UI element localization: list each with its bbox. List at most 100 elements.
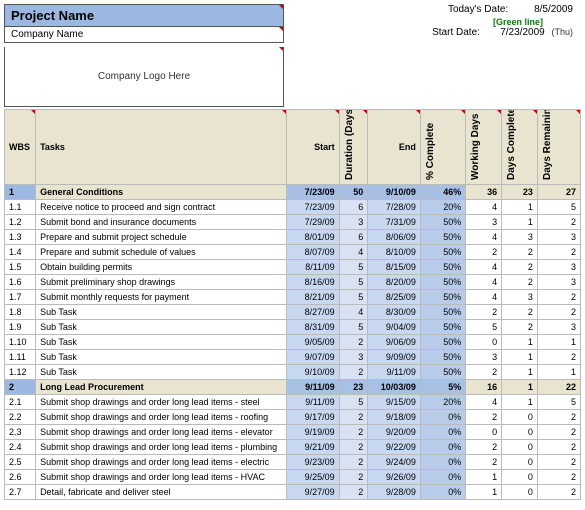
cell-end[interactable]: 9/11/09	[368, 365, 421, 380]
cell-wbs[interactable]: 2.5	[5, 455, 36, 470]
cell-wbs[interactable]: 1.3	[5, 230, 36, 245]
cell-start[interactable]: 8/01/09	[287, 230, 340, 245]
cell-start[interactable]: 9/21/09	[287, 440, 340, 455]
cell-dur[interactable]: 3	[339, 215, 368, 230]
cell-wbs[interactable]: 1.5	[5, 260, 36, 275]
cell-wd[interactable]: 4	[466, 200, 502, 215]
cell-end[interactable]: 9/22/09	[368, 440, 421, 455]
cell-dur[interactable]: 2	[339, 440, 368, 455]
cell-dc[interactable]: 1	[502, 335, 538, 350]
cell-task[interactable]: Sub Task	[36, 320, 287, 335]
cell-end[interactable]: 8/20/09	[368, 275, 421, 290]
cell-end[interactable]: 9/04/09	[368, 320, 421, 335]
cell-start[interactable]: 8/16/09	[287, 275, 340, 290]
cell-task[interactable]: Submit preliminary shop drawings	[36, 275, 287, 290]
table-row[interactable]: 1.11Sub Task9/07/0939/09/0950%312	[5, 350, 581, 365]
cell-wbs[interactable]: 1.12	[5, 365, 36, 380]
cell-dur[interactable]: 50	[339, 185, 368, 200]
cell-task[interactable]: Submit shop drawings and order long lead…	[36, 410, 287, 425]
cell-dc[interactable]: 1	[502, 350, 538, 365]
cell-wd[interactable]: 3	[466, 350, 502, 365]
cell-dr[interactable]: 2	[537, 485, 580, 500]
cell-dc[interactable]: 1	[502, 200, 538, 215]
cell-start[interactable]: 9/05/09	[287, 335, 340, 350]
company-name[interactable]: Company Name	[5, 27, 283, 42]
cell-pct[interactable]: 50%	[420, 350, 465, 365]
table-row[interactable]: 2.3Submit shop drawings and order long l…	[5, 425, 581, 440]
cell-task[interactable]: Sub Task	[36, 305, 287, 320]
cell-start[interactable]: 9/23/09	[287, 455, 340, 470]
cell-dc[interactable]: 3	[502, 230, 538, 245]
table-row[interactable]: 2.2Submit shop drawings and order long l…	[5, 410, 581, 425]
cell-dr[interactable]: 2	[537, 290, 580, 305]
cell-pct[interactable]: 20%	[420, 395, 465, 410]
cell-wd[interactable]: 2	[466, 365, 502, 380]
cell-dur[interactable]: 2	[339, 335, 368, 350]
cell-dc[interactable]: 0	[502, 455, 538, 470]
table-row[interactable]: 1.10Sub Task9/05/0929/06/0950%011	[5, 335, 581, 350]
cell-end[interactable]: 8/15/09	[368, 260, 421, 275]
cell-dr[interactable]: 1	[537, 365, 580, 380]
cell-dr[interactable]: 5	[537, 200, 580, 215]
cell-dc[interactable]: 1	[502, 380, 538, 395]
cell-end[interactable]: 9/18/09	[368, 410, 421, 425]
cell-wbs[interactable]: 2.4	[5, 440, 36, 455]
cell-wd[interactable]: 4	[466, 260, 502, 275]
cell-dc[interactable]: 2	[502, 320, 538, 335]
cell-start[interactable]: 9/11/09	[287, 395, 340, 410]
cell-start[interactable]: 7/23/09	[287, 185, 340, 200]
cell-dr[interactable]: 2	[537, 425, 580, 440]
cell-end[interactable]: 9/26/09	[368, 470, 421, 485]
table-row[interactable]: 1.3Prepare and submit project schedule8/…	[5, 230, 581, 245]
cell-wbs[interactable]: 1.1	[5, 200, 36, 215]
cell-end[interactable]: 9/28/09	[368, 485, 421, 500]
cell-wd[interactable]: 2	[466, 305, 502, 320]
cell-dr[interactable]: 22	[537, 380, 580, 395]
cell-pct[interactable]: 0%	[420, 440, 465, 455]
table-row[interactable]: 1.8Sub Task8/27/0948/30/0950%222	[5, 305, 581, 320]
cell-dr[interactable]: 2	[537, 215, 580, 230]
cell-start[interactable]: 9/17/09	[287, 410, 340, 425]
cell-end[interactable]: 9/15/09	[368, 395, 421, 410]
cell-pct[interactable]: 50%	[420, 275, 465, 290]
cell-pct[interactable]: 50%	[420, 230, 465, 245]
cell-start[interactable]: 9/27/09	[287, 485, 340, 500]
cell-dr[interactable]: 3	[537, 320, 580, 335]
cell-task[interactable]: Submit shop drawings and order long lead…	[36, 395, 287, 410]
cell-dc[interactable]: 23	[502, 185, 538, 200]
cell-dc[interactable]: 2	[502, 260, 538, 275]
cell-dur[interactable]: 4	[339, 245, 368, 260]
cell-pct[interactable]: 50%	[420, 245, 465, 260]
cell-dc[interactable]: 3	[502, 290, 538, 305]
cell-end[interactable]: 8/25/09	[368, 290, 421, 305]
cell-dc[interactable]: 2	[502, 275, 538, 290]
cell-dc[interactable]: 0	[502, 485, 538, 500]
cell-dc[interactable]: 0	[502, 440, 538, 455]
cell-wd[interactable]: 2	[466, 455, 502, 470]
cell-pct[interactable]: 0%	[420, 410, 465, 425]
cell-wd[interactable]: 2	[466, 410, 502, 425]
cell-pct[interactable]: 0%	[420, 470, 465, 485]
cell-dr[interactable]: 27	[537, 185, 580, 200]
cell-dur[interactable]: 2	[339, 485, 368, 500]
cell-wbs[interactable]: 2.1	[5, 395, 36, 410]
cell-wd[interactable]: 4	[466, 230, 502, 245]
table-row[interactable]: 1.12Sub Task9/10/0929/11/0950%211	[5, 365, 581, 380]
table-row[interactable]: 2.6Submit shop drawings and order long l…	[5, 470, 581, 485]
cell-pct[interactable]: 50%	[420, 365, 465, 380]
cell-start[interactable]: 8/21/09	[287, 290, 340, 305]
cell-task[interactable]: Prepare and submit schedule of values	[36, 245, 287, 260]
cell-wbs[interactable]: 2.6	[5, 470, 36, 485]
cell-dur[interactable]: 23	[339, 380, 368, 395]
todays-date[interactable]: 8/5/2009	[523, 4, 573, 15]
cell-task[interactable]: Sub Task	[36, 365, 287, 380]
cell-dc[interactable]: 1	[502, 395, 538, 410]
start-date[interactable]: 7/23/2009	[495, 27, 545, 38]
cell-dc[interactable]: 0	[502, 410, 538, 425]
cell-end[interactable]: 9/06/09	[368, 335, 421, 350]
cell-wd[interactable]: 2	[466, 245, 502, 260]
cell-pct[interactable]: 50%	[420, 320, 465, 335]
cell-wbs[interactable]: 1.8	[5, 305, 36, 320]
cell-task[interactable]: General Conditions	[36, 185, 287, 200]
cell-dr[interactable]: 2	[537, 470, 580, 485]
